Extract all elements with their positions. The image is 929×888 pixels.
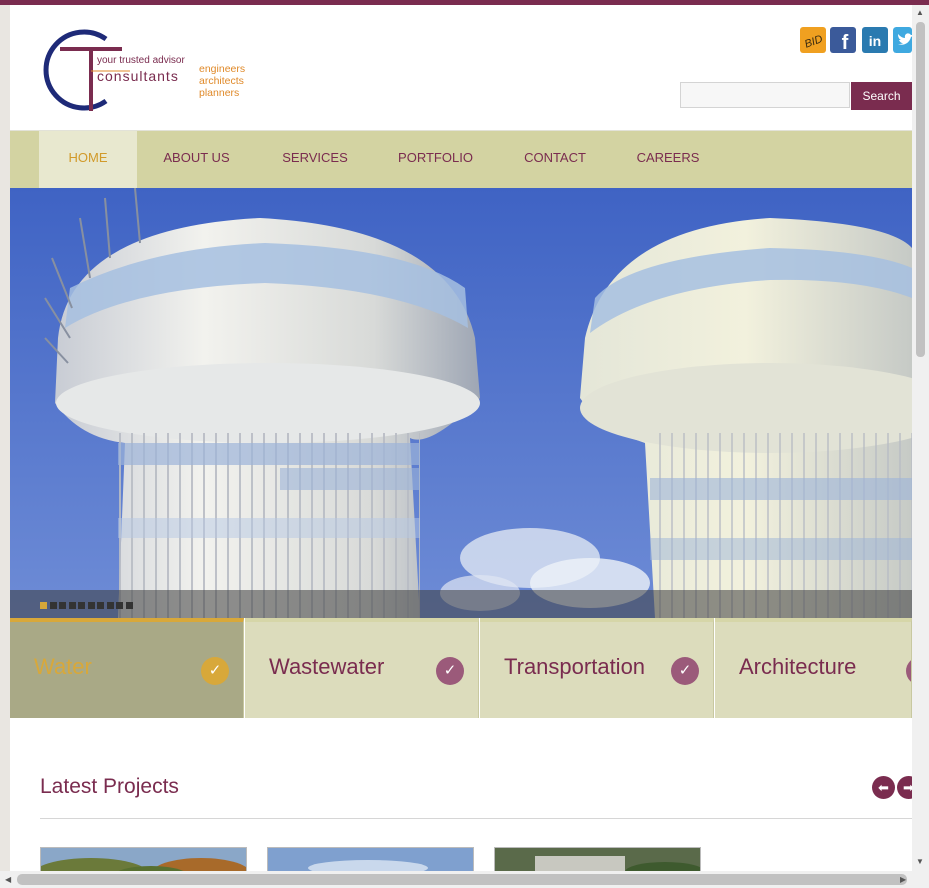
logo-tagline: your trusted advisor — [97, 55, 185, 66]
scroll-right-icon[interactable]: ▶ — [900, 875, 906, 884]
horizontal-scrollbar-thumb[interactable] — [17, 874, 907, 885]
svg-text:f: f — [842, 32, 849, 53]
svg-text:in: in — [869, 33, 881, 49]
facebook-link[interactable]: f — [830, 27, 856, 53]
latest-divider — [40, 818, 912, 819]
profession-engineers: engineers — [199, 63, 246, 75]
project-thumbnail[interactable] — [494, 847, 701, 871]
tab-architecture-label: Architecture — [739, 654, 857, 679]
main-navigation: HOME ABOUT US SERVICES PORTFOLIO CONTACT… — [10, 131, 912, 188]
search-button[interactable]: Search — [851, 82, 912, 110]
project-thumbnail[interactable] — [40, 847, 247, 871]
check-icon: ✓ — [436, 657, 464, 685]
slider-pagination — [10, 590, 912, 618]
linkedin-link[interactable]: in — [862, 27, 888, 53]
arrow-right-icon: ➡ — [903, 780, 912, 795]
slider-dot[interactable] — [68, 602, 76, 609]
profession-planners: planners — [199, 87, 240, 99]
tab-water-label: Water — [34, 654, 92, 679]
nav-item-contact[interactable]: CONTACT — [520, 131, 590, 188]
scroll-down-icon[interactable]: ▼ — [916, 857, 924, 866]
bid-icon: BID — [800, 27, 826, 53]
arrow-left-icon: ⬅ — [878, 780, 889, 795]
page-container: your trusted advisor consultants enginee… — [10, 5, 912, 871]
slider-dot[interactable] — [40, 602, 47, 609]
tab-transportation-label: Transportation — [504, 654, 646, 679]
project-image — [268, 848, 473, 871]
project-image — [495, 848, 700, 871]
project-image — [41, 848, 246, 871]
nav-item-about-us[interactable]: ABOUT US — [155, 131, 238, 188]
twitter-link[interactable] — [893, 27, 912, 53]
latest-projects-title: Latest Projects — [40, 775, 179, 798]
next-projects-button[interactable]: ➡ — [897, 776, 912, 799]
slider-dot[interactable] — [49, 602, 57, 609]
tab-wastewater[interactable]: Wastewater ✓ — [245, 618, 479, 718]
prev-projects-button[interactable]: ⬅ — [872, 776, 895, 799]
search-input[interactable] — [680, 82, 850, 108]
twitter-icon — [893, 27, 912, 53]
hero-image-water-towers — [10, 188, 912, 618]
slider-dot[interactable] — [59, 602, 66, 609]
bid-link[interactable]: BID — [800, 27, 826, 53]
category-tabs: Water ✓ Wastewater ✓ Transportation ✓ Ar… — [10, 618, 912, 718]
check-icon: ✓ — [671, 657, 699, 685]
slider-dot[interactable] — [97, 602, 104, 609]
vertical-scrollbar-thumb[interactable] — [916, 22, 925, 357]
facebook-icon: f — [830, 27, 856, 53]
check-icon: ✓ — [201, 657, 229, 685]
scroll-left-icon[interactable]: ◀ — [5, 875, 11, 884]
nav-item-home[interactable]: HOME — [39, 131, 137, 188]
linkedin-icon: in — [862, 27, 888, 53]
slider-dot[interactable] — [87, 602, 95, 609]
project-thumbnail[interactable] — [267, 847, 474, 871]
tab-wastewater-label: Wastewater — [269, 654, 385, 679]
logo-brand: consultants — [97, 68, 179, 84]
tab-transportation[interactable]: Transportation ✓ — [480, 618, 714, 718]
slider-dot[interactable] — [106, 602, 114, 609]
company-logo[interactable]: your trusted advisor consultants enginee… — [40, 25, 260, 117]
nav-item-careers[interactable]: CAREERS — [632, 131, 704, 188]
hero-slider[interactable] — [10, 188, 912, 618]
tab-architecture[interactable]: Architecture ✓ — [715, 618, 912, 718]
slider-dot[interactable] — [78, 602, 85, 609]
nav-item-portfolio[interactable]: PORTFOLIO — [393, 131, 478, 188]
slider-dot[interactable] — [125, 602, 133, 609]
tab-water[interactable]: Water ✓ — [10, 618, 244, 718]
scroll-up-icon[interactable]: ▲ — [916, 8, 924, 17]
nav-item-services[interactable]: SERVICES — [275, 131, 355, 188]
logo-professions: engineers architects planners — [199, 63, 245, 99]
slider-dot[interactable] — [116, 602, 123, 609]
profession-architects: architects — [199, 75, 244, 87]
